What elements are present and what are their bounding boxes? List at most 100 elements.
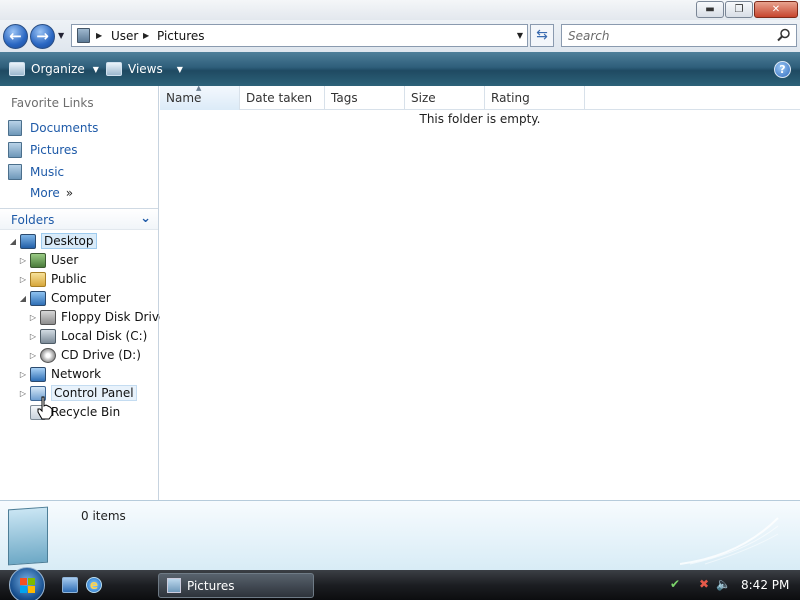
collapse-arrow-icon[interactable]: ◢ (18, 294, 28, 303)
hand-cursor-icon (37, 396, 53, 420)
music-icon (8, 164, 22, 180)
column-header-date-taken[interactable]: Date taken (240, 86, 325, 110)
collapse-arrow-icon[interactable]: ◢ (8, 237, 18, 246)
tree-item-floppy-disk-drive[interactable]: ▷ Floppy Disk Drive (28, 308, 166, 326)
address-bar[interactable]: ▶ User ▶ Pictures ▼ (71, 24, 528, 47)
tree-item-cd-drive[interactable]: ▷ CD Drive (D:) (28, 346, 141, 364)
breadcrumb-pictures[interactable]: Pictures (157, 29, 205, 43)
folders-title: Folders (11, 213, 55, 227)
pictures-folder-icon (77, 28, 90, 43)
column-header-label: Date taken (246, 91, 313, 105)
tree-item-label: Network (51, 367, 102, 381)
network-disconnected-icon[interactable]: ✖ (697, 577, 711, 591)
column-header-tags[interactable]: Tags (325, 86, 405, 110)
security-check-icon[interactable]: ✔ (668, 577, 682, 591)
column-header-label: Tags (331, 91, 358, 105)
expand-arrow-icon[interactable]: ▷ (18, 256, 28, 265)
tree-item-label: Floppy Disk Drive (61, 310, 167, 324)
minimize-button[interactable]: ▬ (696, 1, 724, 18)
tree-item-label: Computer (51, 291, 111, 305)
help-button[interactable]: ? (774, 61, 791, 78)
show-desktop-icon[interactable] (62, 577, 78, 593)
taskbar: e Pictures ✔ ✖ 🔈 8:42 PM (0, 567, 800, 600)
desktop-icon (20, 233, 36, 249)
organize-icon (9, 62, 25, 76)
empty-folder-message: This folder is empty. (419, 112, 541, 126)
decorative-swoosh (680, 517, 779, 565)
column-header-size[interactable]: Size (405, 86, 485, 110)
tree-item-label: Desktop (41, 233, 97, 249)
volume-icon[interactable]: 🔈 (716, 577, 731, 591)
system-tray: ✔ ✖ 🔈 8:42 PM (664, 570, 800, 600)
start-button[interactable] (9, 567, 45, 600)
recent-pages-dropdown[interactable]: ▼ (58, 29, 68, 43)
tree-item-label: User (51, 253, 79, 267)
refresh-button[interactable]: ⇆ (530, 24, 554, 47)
views-icon (106, 62, 122, 76)
search-input[interactable] (568, 26, 768, 46)
tree-item-network[interactable]: ▷ Network (18, 365, 101, 383)
column-header-rating[interactable]: Rating (485, 86, 585, 110)
address-dropdown-icon[interactable]: ▼ (517, 31, 523, 40)
expand-arrow-icon[interactable]: ▷ (28, 351, 38, 360)
column-header-row: ▲ Name Date taken Tags Size Rating (160, 84, 800, 110)
tree-item-label: CD Drive (D:) (61, 348, 141, 362)
clock[interactable]: 8:42 PM (741, 578, 789, 592)
pictures-folder-icon (8, 506, 48, 566)
favorite-link-documents[interactable]: Documents (8, 119, 98, 137)
expand-arrow-icon[interactable]: ▷ (18, 275, 28, 284)
pictures-icon (8, 142, 22, 158)
favorite-link-label: Pictures (30, 143, 78, 157)
expand-arrow-icon[interactable]: ▷ (18, 370, 28, 379)
command-bar: Organize ▼ Views ▼ ? (0, 52, 800, 86)
column-header-label: Name (166, 91, 202, 105)
tree-item-label: Local Disk (C:) (61, 329, 148, 343)
back-button[interactable]: ← (3, 24, 28, 49)
user-icon (30, 252, 46, 268)
tree-item-recycle-bin[interactable]: Recycle Bin (18, 403, 120, 421)
expand-arrow-icon[interactable]: ▷ (18, 389, 28, 398)
chevron-down-icon[interactable]: ⌄ (140, 211, 151, 226)
cd-icon (40, 347, 56, 363)
windows-logo-icon (20, 578, 35, 593)
chevron-down-icon: ▼ (92, 64, 99, 74)
tree-item-computer[interactable]: ◢ Computer (18, 289, 111, 307)
title-bar: ▬ ❐ ✕ (0, 0, 800, 20)
favorite-link-pictures[interactable]: Pictures (8, 141, 78, 159)
more-links[interactable]: More » (30, 186, 73, 200)
taskbar-button-pictures[interactable]: Pictures (158, 573, 314, 598)
expand-arrow-icon[interactable]: ▷ (28, 332, 38, 341)
tree-item-desktop[interactable]: ◢ Desktop (8, 232, 97, 250)
search-box (561, 24, 797, 47)
tree-item-local-disk[interactable]: ▷ Local Disk (C:) (28, 327, 147, 345)
sort-ascending-icon: ▲ (196, 84, 202, 92)
favorite-link-label: Documents (30, 121, 99, 135)
breadcrumb-user[interactable]: User (111, 29, 138, 43)
folders-header[interactable]: Folders ⌄ (0, 208, 158, 230)
tree-item-public[interactable]: ▷ Public (18, 270, 87, 288)
organize-button[interactable]: Organize ▼ (9, 62, 99, 76)
breadcrumb-separator-icon[interactable]: ▶ (143, 31, 149, 40)
computer-icon (30, 290, 46, 306)
network-icon (30, 366, 46, 382)
item-count: 0 items (81, 509, 126, 523)
breadcrumb-separator-icon[interactable]: ▶ (96, 31, 102, 40)
search-icon[interactable] (777, 28, 791, 42)
views-label: Views (128, 62, 163, 76)
favorite-link-label: Music (30, 165, 65, 179)
internet-explorer-icon[interactable]: e (86, 577, 102, 593)
organize-label: Organize (31, 62, 85, 76)
details-pane: 0 items (0, 500, 800, 570)
close-button[interactable]: ✕ (754, 1, 798, 18)
tree-item-label: Control Panel (51, 385, 137, 401)
column-header-name[interactable]: ▲ Name (160, 84, 240, 110)
floppy-icon (40, 309, 56, 325)
expand-arrow-icon[interactable]: ▷ (28, 313, 38, 322)
maximize-button[interactable]: ❐ (725, 1, 753, 18)
file-list-pane[interactable]: ▲ Name Date taken Tags Size Rating This … (160, 84, 800, 500)
favorite-link-music[interactable]: Music (8, 163, 64, 181)
documents-icon (8, 120, 22, 136)
tree-item-user[interactable]: ▷ User (18, 251, 78, 269)
forward-button[interactable]: → (30, 24, 55, 49)
views-button[interactable]: Views ▼ (106, 62, 183, 76)
